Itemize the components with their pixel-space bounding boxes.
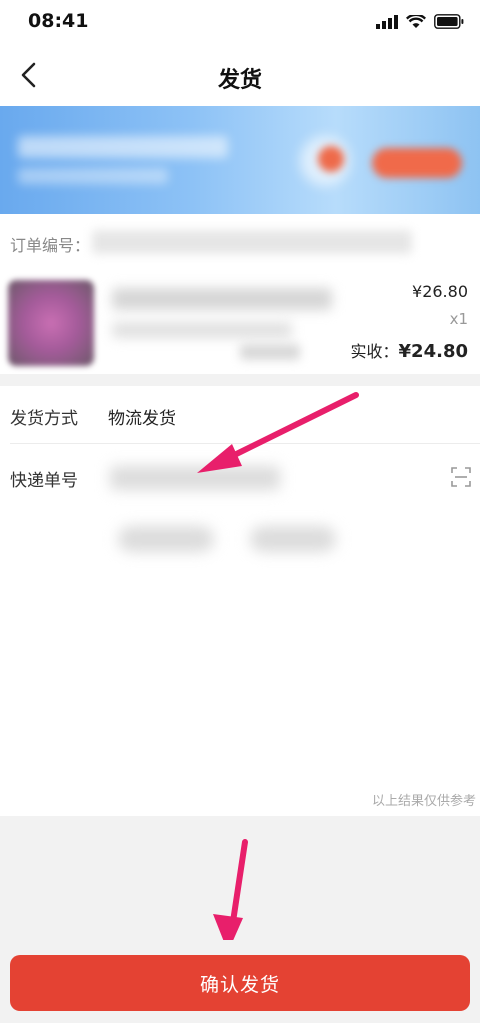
status-icons — [376, 14, 464, 29]
confirm-shipment-button[interactable]: 确认发货 — [10, 955, 470, 1011]
actual-received: 实收：¥24.80 — [351, 338, 468, 362]
banner-subtext-blurred — [18, 168, 168, 184]
wifi-icon — [406, 14, 426, 28]
actual-received-amount: ¥24.80 — [398, 341, 468, 362]
actual-received-label: 实收： — [350, 342, 399, 361]
signal-icon — [376, 14, 398, 29]
tracking-number-label: 快递单号 — [10, 471, 78, 491]
battery-icon — [434, 14, 464, 29]
order-number-blurred — [92, 230, 412, 254]
product-name-blurred — [112, 288, 332, 310]
product-tag-blurred — [240, 344, 300, 360]
order-info-card: 订单编号： ¥26.80 x1 实收：¥24.80 — [0, 214, 480, 374]
scan-icon[interactable] — [450, 466, 472, 488]
page-title: 发货 — [217, 68, 262, 93]
product-spec-blurred — [112, 322, 292, 338]
product-quantity: x1 — [449, 310, 468, 328]
nav-bar: 发货 — [0, 44, 480, 106]
divider — [10, 443, 480, 444]
status-bar: 08:41 — [0, 0, 480, 44]
order-number-label: 订单编号： — [10, 236, 91, 255]
shipping-method-value[interactable]: 物流发货 — [108, 404, 176, 429]
banner-badge-blurred — [318, 146, 344, 172]
disclaimer-text: 以上结果仅供参考 — [371, 794, 476, 809]
courier-option-blurred[interactable] — [118, 526, 214, 552]
annotation-arrow-icon — [213, 839, 248, 952]
promo-banner[interactable] — [0, 106, 480, 214]
banner-button-blurred — [372, 148, 462, 178]
banner-text-blurred — [18, 136, 228, 158]
product-price: ¥26.80 — [412, 282, 468, 301]
product-thumbnail — [8, 280, 94, 366]
tracking-number-input[interactable] — [110, 466, 280, 490]
content-blank-area — [0, 570, 480, 816]
shipping-method-label: 发货方式 — [10, 409, 78, 429]
courier-option-blurred[interactable] — [250, 526, 336, 552]
shipping-form: 发货方式 物流发货 快递单号 — [0, 386, 480, 570]
status-time: 08:41 — [28, 10, 89, 32]
